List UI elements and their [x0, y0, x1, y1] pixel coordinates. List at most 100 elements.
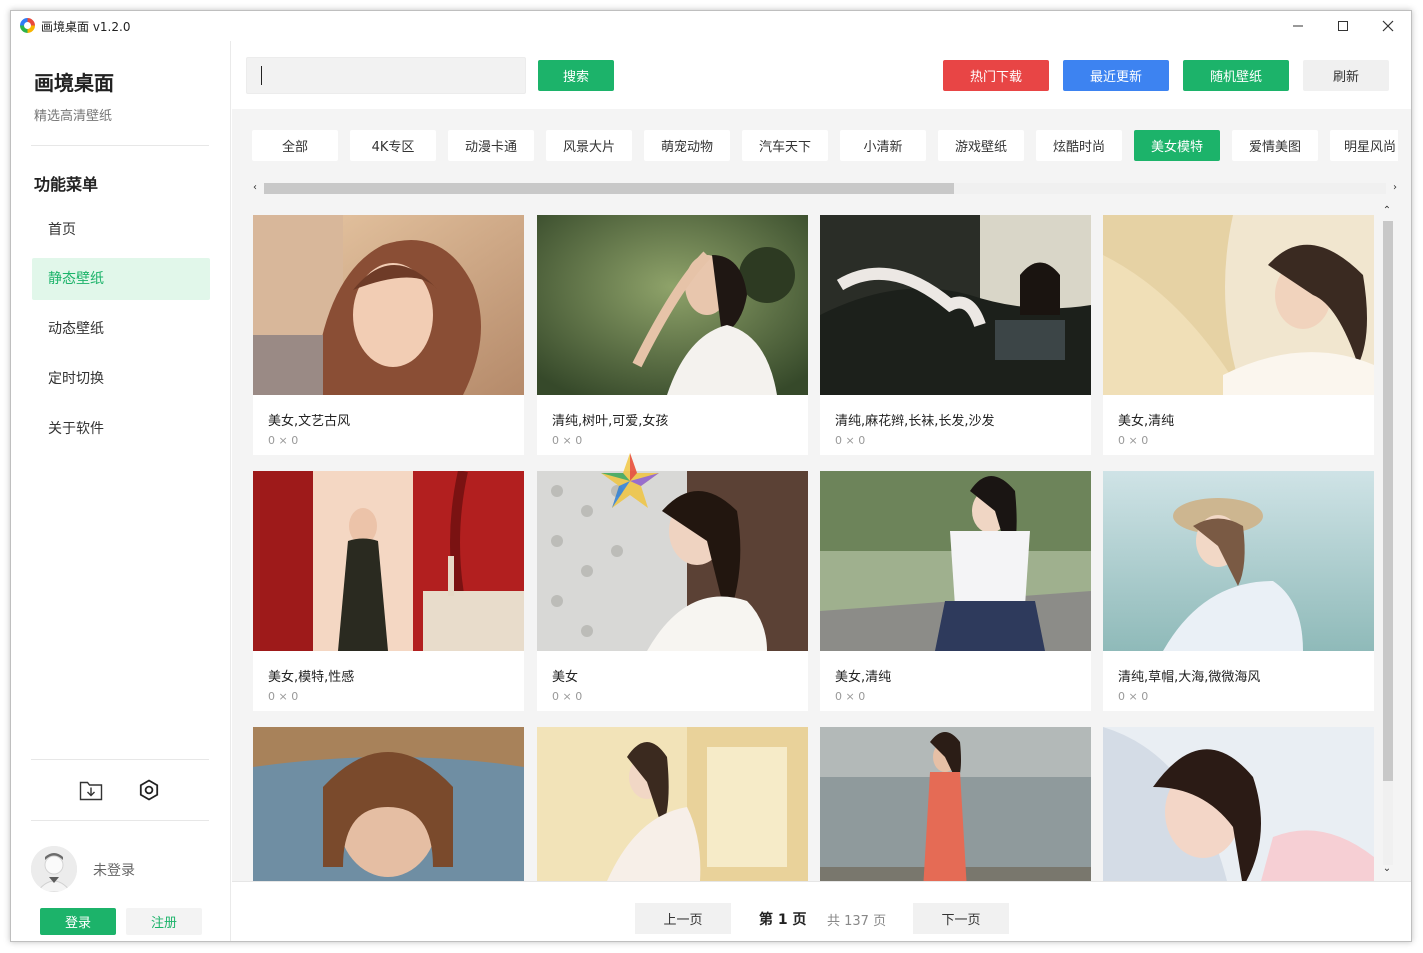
avatar[interactable] [31, 846, 77, 892]
app-tagline: 精选高清壁纸 [34, 109, 113, 124]
wallpaper-card[interactable]: 清纯,麻花辫,长袜,长发,沙发 0 × 0 [820, 215, 1091, 455]
tab-4k[interactable]: 4K专区 [350, 130, 436, 161]
sidebar-item-static-wallpaper[interactable]: 静态壁纸 [32, 258, 210, 300]
top-toolbar: 搜索 热门下载 最近更新 随机壁纸 刷新 [232, 41, 1411, 109]
wallpaper-thumbnail[interactable] [820, 727, 1091, 881]
wallpaper-thumbnail[interactable] [1103, 471, 1374, 651]
sidebar-item-live-wallpaper[interactable]: 动态壁纸 [32, 308, 210, 350]
app-window: 画境桌面 v1.2.0 画境桌面 精选高清壁纸 功能菜单 首页 静态壁纸 动态壁… [10, 10, 1412, 942]
register-button[interactable]: 注册 [126, 908, 202, 935]
window-title: 画境桌面 v1.2.0 [41, 20, 131, 34]
wallpaper-thumbnail[interactable] [1103, 727, 1374, 881]
tab-cars[interactable]: 汽车天下 [742, 130, 828, 161]
title-bar: 画境桌面 v1.2.0 [11, 11, 1411, 41]
watermark-star-icon [595, 451, 665, 511]
sidebar-divider [31, 145, 209, 146]
wallpaper-card[interactable]: 清纯,草帽,大海,微微海风 0 × 0 [1103, 471, 1374, 711]
wallpaper-caption: 清纯,麻花辫,长袜,长发,沙发 [835, 414, 995, 429]
scrollbar-thumb[interactable] [1383, 221, 1393, 781]
wallpaper-card[interactable]: 美女 0 × 0 [537, 471, 808, 711]
wallpaper-card[interactable] [820, 727, 1091, 881]
wallpaper-thumbnail[interactable] [253, 727, 524, 881]
tab-pets[interactable]: 萌宠动物 [644, 130, 730, 161]
recent-updates-button[interactable]: 最近更新 [1063, 60, 1169, 91]
sidebar-divider [31, 759, 209, 760]
grid-scrollbar[interactable]: ⌃ ⌄ [1379, 205, 1395, 881]
pagination-bar: 上一页 第 1 页 共 137 页 下一页 [232, 881, 1411, 941]
close-icon[interactable] [1373, 15, 1403, 37]
wallpaper-card[interactable]: 清纯,树叶,可爱,女孩 0 × 0 [537, 215, 808, 455]
search-button[interactable]: 搜索 [538, 60, 614, 91]
sidebar: 画境桌面 精选高清壁纸 功能菜单 首页 静态壁纸 动态壁纸 定时切换 关于软件 … [11, 41, 231, 941]
wallpaper-dimensions: 0 × 0 [835, 434, 866, 447]
prev-page-button[interactable]: 上一页 [635, 903, 731, 934]
wallpaper-thumbnail[interactable] [537, 471, 808, 651]
wallpaper-dimensions: 0 × 0 [268, 690, 299, 703]
wallpaper-thumbnail[interactable] [820, 215, 1091, 395]
sidebar-item-timed-switch[interactable]: 定时切换 [32, 358, 210, 400]
hot-downloads-button[interactable]: 热门下载 [943, 60, 1049, 91]
current-page: 第 1 页 [759, 912, 807, 928]
download-folder-icon[interactable] [78, 777, 104, 803]
wallpaper-caption: 清纯,树叶,可爱,女孩 [552, 414, 669, 429]
tab-fashion[interactable]: 炫酷时尚 [1036, 130, 1122, 161]
wallpaper-thumbnail[interactable] [253, 215, 524, 395]
wallpaper-thumbnail[interactable] [537, 727, 808, 881]
wallpaper-card[interactable] [253, 727, 524, 881]
sidebar-item-home[interactable]: 首页 [32, 209, 210, 251]
tab-all[interactable]: 全部 [252, 130, 338, 161]
scrollbar-track[interactable] [1383, 221, 1393, 865]
scrollbar-thumb[interactable] [264, 183, 954, 194]
wallpaper-card[interactable]: 美女,清纯 0 × 0 [1103, 215, 1374, 455]
wallpaper-dimensions: 0 × 0 [1118, 690, 1149, 703]
app-logo-icon [20, 18, 35, 33]
main-area: 搜索 热门下载 最近更新 随机壁纸 刷新 全部 4K专区 动漫卡通 风景大片 萌… [232, 41, 1411, 941]
scroll-right-icon[interactable]: › [1390, 181, 1400, 195]
search-input[interactable] [246, 57, 526, 94]
maximize-icon[interactable] [1328, 15, 1358, 37]
tab-anime[interactable]: 动漫卡通 [448, 130, 534, 161]
sidebar-item-about[interactable]: 关于软件 [32, 408, 210, 450]
login-button[interactable]: 登录 [40, 908, 116, 935]
tab-games[interactable]: 游戏壁纸 [938, 130, 1024, 161]
wallpaper-card[interactable] [1103, 727, 1374, 881]
wallpaper-dimensions: 0 × 0 [552, 434, 583, 447]
category-scrollbar[interactable]: ‹ › [250, 181, 1400, 195]
random-wallpaper-button[interactable]: 随机壁纸 [1183, 60, 1289, 91]
sidebar-divider [31, 820, 209, 821]
wallpaper-caption: 美女 [552, 670, 579, 685]
text-caret [261, 66, 262, 85]
menu-heading: 功能菜单 [34, 175, 99, 194]
wallpaper-card[interactable]: 美女,清纯 0 × 0 [820, 471, 1091, 711]
tab-celebrity[interactable]: 明星风尚 [1330, 130, 1398, 161]
tab-love[interactable]: 爱情美图 [1232, 130, 1318, 161]
scroll-up-icon[interactable]: ⌃ [1379, 205, 1395, 216]
total-pages: 共 137 页 [827, 914, 887, 929]
wallpaper-caption: 美女,模特,性感 [268, 670, 355, 685]
tab-fresh[interactable]: 小清新 [840, 130, 926, 161]
next-page-button[interactable]: 下一页 [913, 903, 1009, 934]
wallpaper-dimensions: 0 × 0 [1118, 434, 1149, 447]
wallpaper-caption: 美女,清纯 [1118, 414, 1175, 429]
settings-icon[interactable] [136, 777, 162, 803]
wallpaper-thumbnail[interactable] [820, 471, 1091, 651]
wallpaper-thumbnail[interactable] [537, 215, 808, 395]
wallpaper-thumbnail[interactable] [1103, 215, 1374, 395]
wallpaper-caption: 清纯,草帽,大海,微微海风 [1118, 670, 1261, 685]
minimize-icon[interactable] [1283, 15, 1313, 37]
tab-landscape[interactable]: 风景大片 [546, 130, 632, 161]
wallpaper-thumbnail[interactable] [253, 471, 524, 651]
wallpaper-dimensions: 0 × 0 [552, 690, 583, 703]
wallpaper-dimensions: 0 × 0 [268, 434, 299, 447]
scroll-down-icon[interactable]: ⌄ [1379, 863, 1395, 874]
wallpaper-grid: 美女,文艺古风 0 × 0 清纯,树叶,可爱,女孩 0 × 0 清纯,麻花辫,长… [253, 205, 1388, 881]
scrollbar-track[interactable] [264, 183, 1386, 194]
app-name: 画境桌面 [34, 71, 114, 95]
wallpaper-card[interactable] [537, 727, 808, 881]
tab-models[interactable]: 美女模特 [1134, 130, 1220, 161]
refresh-button[interactable]: 刷新 [1303, 60, 1389, 91]
category-tabs: 全部 4K专区 动漫卡通 风景大片 萌宠动物 汽车天下 小清新 游戏壁纸 炫酷时… [252, 130, 1398, 162]
scroll-left-icon[interactable]: ‹ [250, 181, 260, 195]
wallpaper-card[interactable]: 美女,模特,性感 0 × 0 [253, 471, 524, 711]
wallpaper-card[interactable]: 美女,文艺古风 0 × 0 [253, 215, 524, 455]
